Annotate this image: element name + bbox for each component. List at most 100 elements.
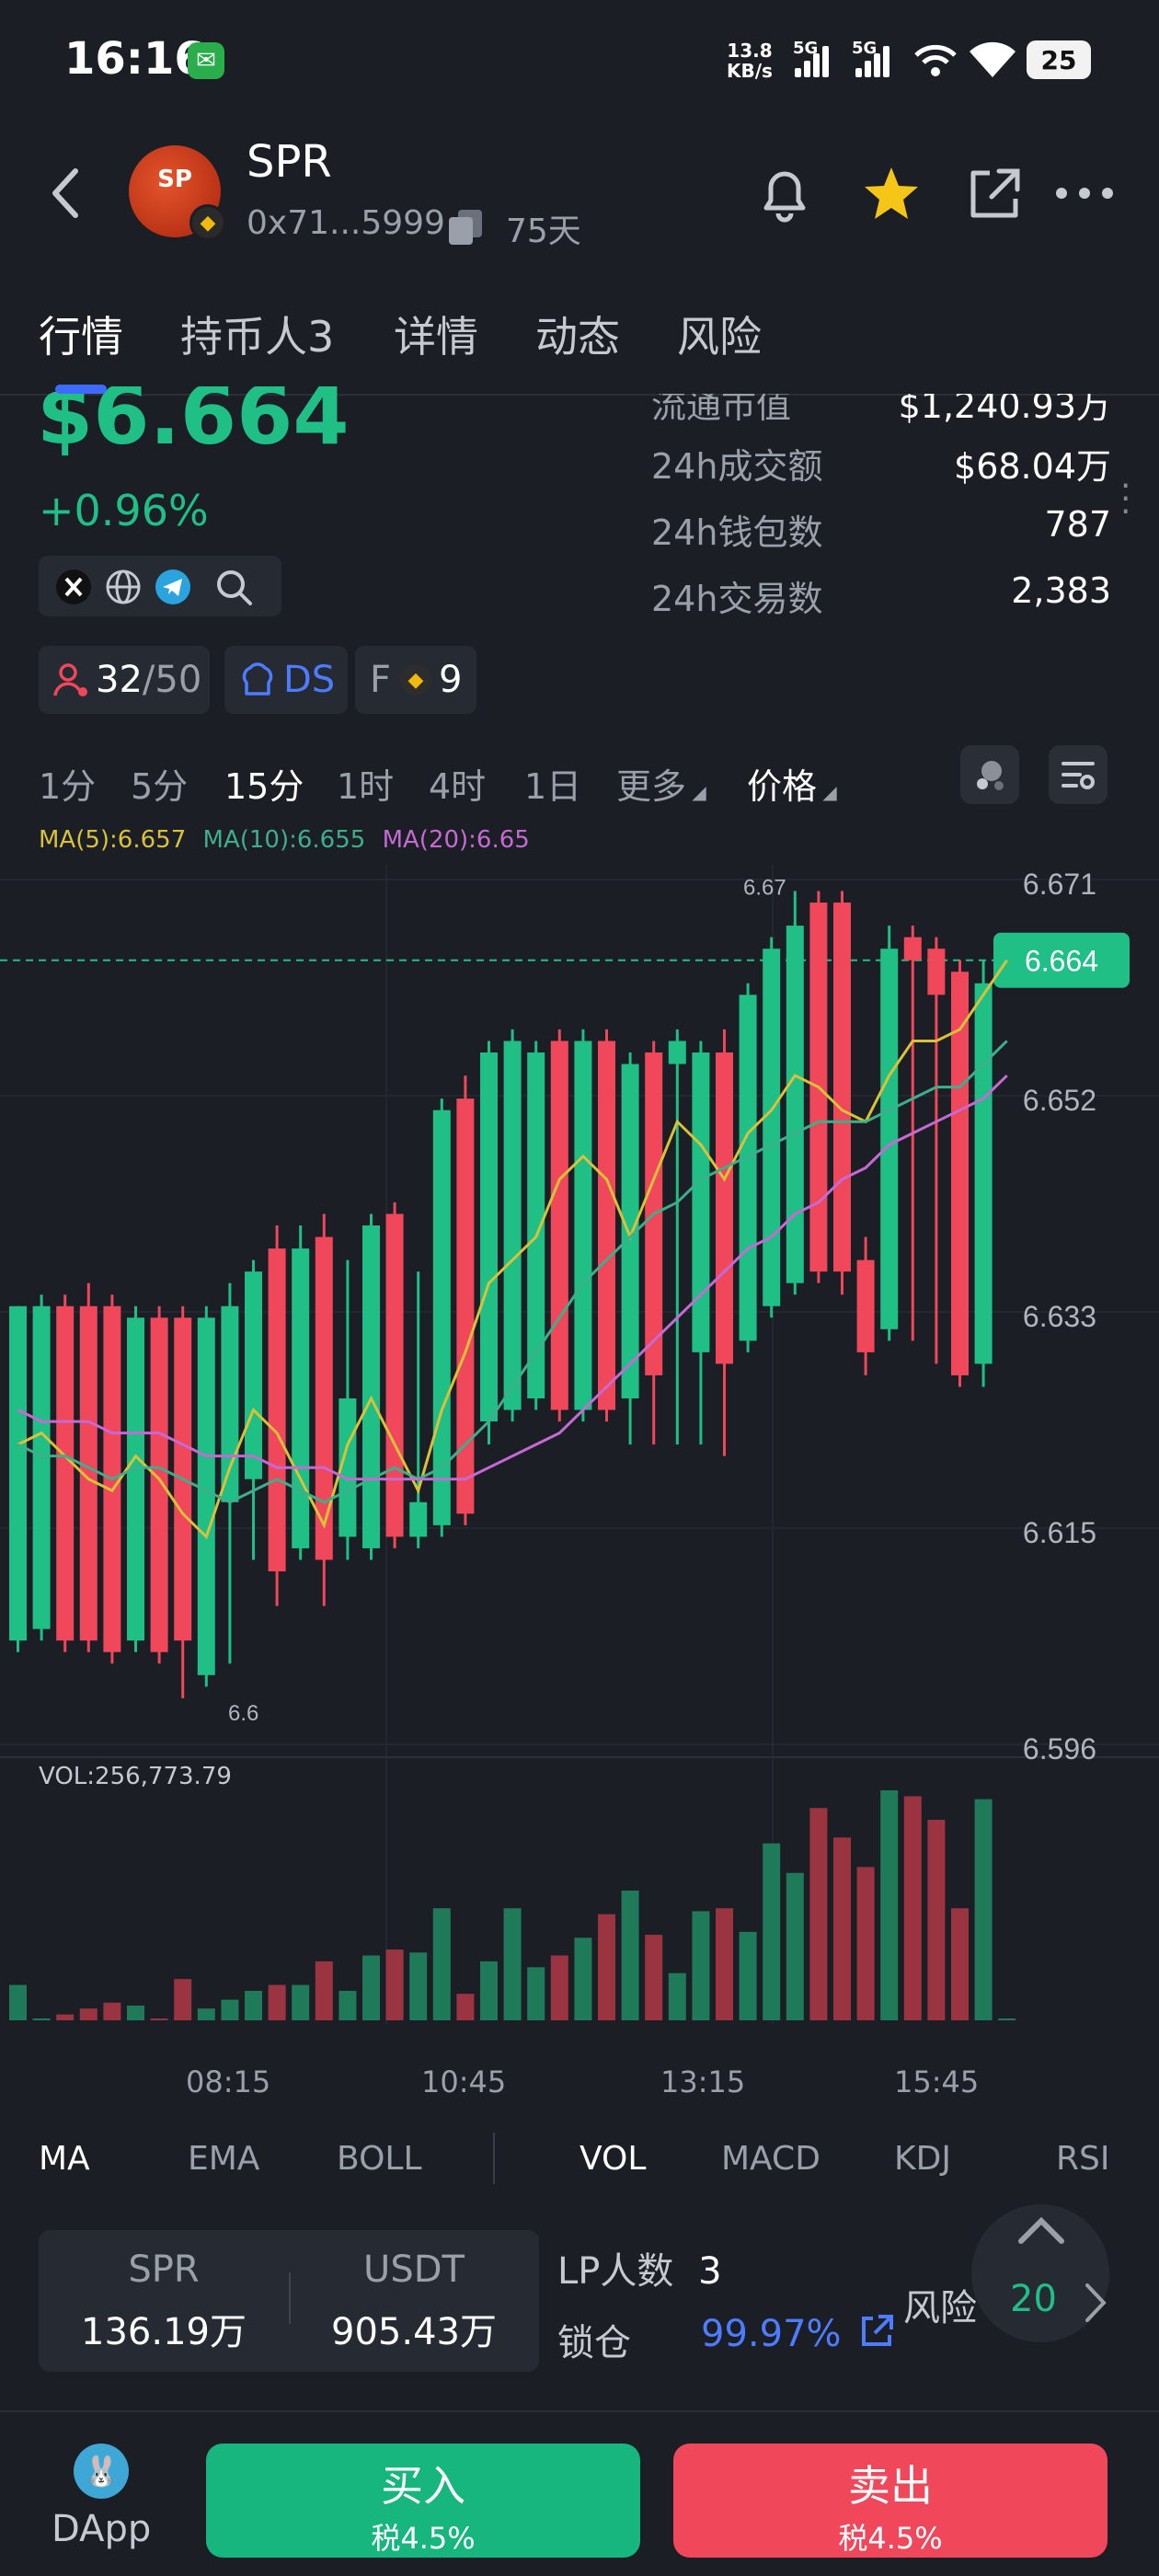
- tf-1h[interactable]: 1时: [337, 758, 394, 809]
- current-price-tag-label: 6.664: [1025, 945, 1098, 978]
- buy-button[interactable]: 买入 税4.5%: [206, 2444, 640, 2558]
- copy-icon[interactable]: [445, 206, 486, 247]
- candle-body: [362, 1225, 380, 1548]
- candle-body: [786, 926, 804, 1283]
- ind-ema[interactable]: EMA: [188, 2140, 259, 2178]
- tf-5m[interactable]: 5分: [131, 758, 188, 809]
- volume-bar: [598, 1914, 615, 2020]
- chevron-right-icon[interactable]: [1082, 2280, 1109, 2326]
- volume-bar: [903, 1796, 922, 2020]
- buy-tax: 税4.5%: [371, 2521, 476, 2556]
- volume-bar: [621, 1890, 639, 2020]
- token-age: 75天: [506, 213, 581, 250]
- candle-body: [974, 983, 993, 1364]
- ds-tag[interactable]: DS: [224, 646, 348, 714]
- candle-body: [880, 949, 899, 1329]
- tab-activity[interactable]: 动态: [535, 304, 620, 364]
- tab-risk[interactable]: 风险: [677, 304, 762, 364]
- candle-body: [856, 1259, 875, 1352]
- candle-body: [716, 1052, 733, 1364]
- f-tag[interactable]: F ◆ 9: [355, 646, 476, 714]
- star-icon[interactable]: [859, 162, 924, 226]
- candle-body: [763, 949, 781, 1306]
- chevron-up-icon[interactable]: [1014, 2212, 1069, 2248]
- candle-body: [550, 1041, 568, 1410]
- tf-15m[interactable]: 15分: [224, 758, 304, 809]
- candle-body: [480, 1052, 498, 1422]
- tf-price[interactable]: 价格 ◢: [747, 758, 837, 809]
- vertical-dots-icon[interactable]: · · ·: [1120, 470, 1130, 529]
- volume-bar: [103, 2002, 121, 2020]
- ds-label: DS: [283, 659, 336, 701]
- high-label: 6.67: [743, 876, 786, 901]
- candle-body: [503, 1041, 522, 1410]
- ind-vol[interactable]: VOL: [580, 2140, 646, 2178]
- dapp-icon[interactable]: 🐰: [74, 2444, 129, 2499]
- indicator-divider: [493, 2133, 495, 2184]
- volume-bar: [998, 2018, 1016, 2020]
- volume-bar: [503, 1908, 522, 2020]
- ma20-value: MA(20):6.65: [382, 826, 530, 854]
- stat-value: 787: [1044, 504, 1111, 545]
- ind-ma[interactable]: MA: [39, 2140, 90, 2178]
- more-icon[interactable]: [1052, 175, 1117, 212]
- holders-count: 32: [96, 659, 143, 701]
- time-label: 08:15: [186, 2064, 271, 2099]
- candle-body: [668, 1041, 686, 1064]
- chart-settings-button[interactable]: [1049, 745, 1107, 804]
- ind-kdj[interactable]: KDJ: [894, 2140, 951, 2178]
- lock-value-link[interactable]: 99.97%: [701, 2313, 895, 2355]
- price-tick-label: 6.596: [1023, 1732, 1096, 1765]
- token-logo: SP ◆: [129, 145, 226, 241]
- tab-indicator: [55, 385, 107, 394]
- candle-body: [409, 1501, 428, 1537]
- candle-body: [292, 1248, 310, 1548]
- volume-bar: [432, 1908, 451, 2020]
- tab-market[interactable]: 行情: [39, 304, 123, 364]
- volume-label: VOL:256,773.79: [39, 1763, 232, 1790]
- tf-1m[interactable]: 1分: [39, 758, 96, 809]
- tab-details[interactable]: 详情: [394, 304, 478, 364]
- ma5-value: MA(5):6.657: [39, 826, 187, 854]
- telegram-icon[interactable]: [155, 569, 191, 605]
- volume-bar: [574, 1938, 592, 2020]
- volume-bar: [763, 1843, 781, 2020]
- lp-count-row: LP人数 3: [557, 2241, 722, 2294]
- holders-tag[interactable]: 32 /50: [39, 646, 210, 714]
- ind-macd[interactable]: MACD: [721, 2140, 820, 2178]
- candle-body: [9, 1305, 27, 1641]
- tf-more[interactable]: 更多 ◢: [616, 758, 706, 809]
- candle-body: [692, 1052, 710, 1352]
- candle-body: [833, 903, 851, 1272]
- search-icon[interactable]: [213, 567, 254, 607]
- volume-bar: [197, 2008, 215, 2020]
- share-icon[interactable]: [962, 162, 1027, 226]
- risk-label: 风险: [903, 2287, 977, 2329]
- ind-boll[interactable]: BOLL: [337, 2140, 422, 2178]
- dapp-label[interactable]: DApp: [52, 2508, 151, 2550]
- tf-4h[interactable]: 4时: [429, 758, 486, 809]
- net-speed-value: 13.8: [727, 40, 773, 62]
- token-name: SPR: [247, 136, 332, 188]
- external-link-icon: [862, 2315, 894, 2346]
- ma-legend: MA(5):6.657 MA(10):6.655 MA(20):6.65: [39, 826, 530, 854]
- sell-button[interactable]: 卖出 税4.5%: [673, 2444, 1107, 2558]
- ind-rsi[interactable]: RSI: [1056, 2140, 1109, 2178]
- candle-body: [739, 995, 757, 1341]
- signal-bars-icon: [795, 44, 832, 77]
- back-icon[interactable]: [48, 166, 85, 221]
- volume-bar: [480, 1961, 498, 2020]
- price-tick-label: 6.615: [1023, 1516, 1096, 1549]
- candlestick-chart[interactable]: 6.671 6.652 6.633 6.615 6.596 6.664 6.67 6.6: [0, 865, 1159, 2042]
- time-label: 10:45: [421, 2064, 507, 2099]
- website-globe-icon[interactable]: [105, 569, 142, 605]
- chart-style-button[interactable]: [960, 745, 1019, 804]
- x-twitter-icon[interactable]: [55, 569, 92, 605]
- f-label: F: [370, 659, 392, 701]
- tf-1d[interactable]: 1日: [524, 758, 581, 809]
- bell-icon[interactable]: [752, 162, 817, 226]
- liquidity-pool-box: SPR 136.19万 USDT 905.43万: [39, 2230, 539, 2372]
- volume-bar: [645, 1935, 663, 2020]
- volume-bar: [739, 1931, 757, 2020]
- tab-holders[interactable]: 持币人3: [180, 304, 334, 364]
